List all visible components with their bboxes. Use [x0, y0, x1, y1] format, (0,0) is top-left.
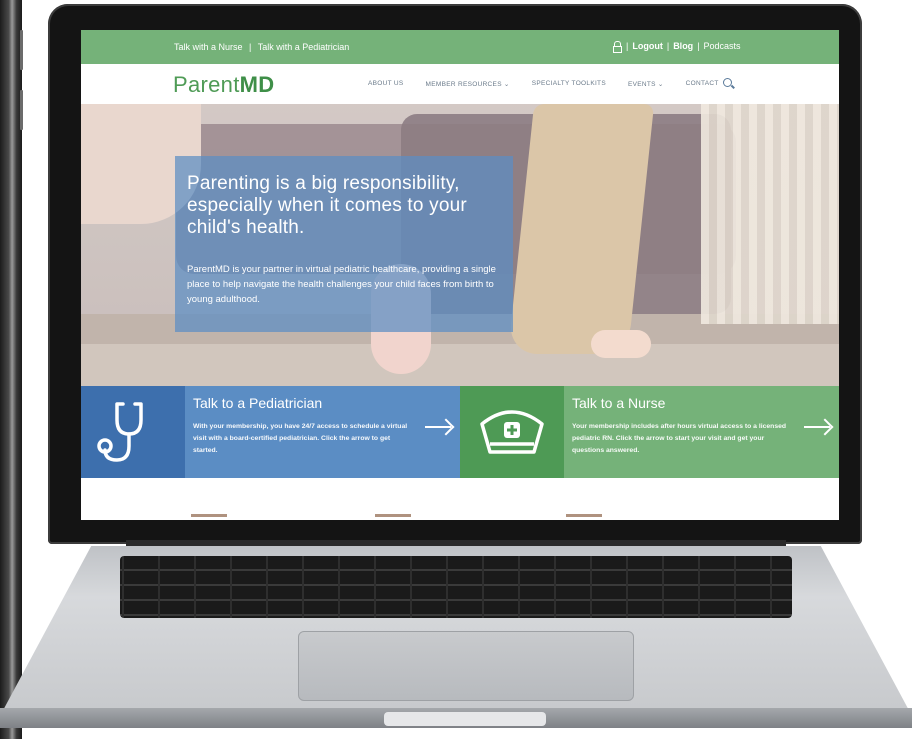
- nurse-cap-icon: [480, 410, 544, 454]
- nav-item-events[interactable]: EVENTS ⌄: [628, 80, 664, 88]
- hero-title: Parenting is a big responsibility, espec…: [187, 173, 467, 238]
- card-text: With your membership, you have 24/7 acce…: [193, 423, 408, 454]
- service-cards: Talk to a Pediatrician With your members…: [81, 386, 839, 478]
- hero-section: Parenting is a big responsibility, espec…: [81, 104, 839, 386]
- main-nav: ParentMD ABOUT US MEMBER RESOURCES ⌄ SPE…: [81, 64, 839, 104]
- logo-parent: Parent: [173, 72, 240, 97]
- phone-button: [20, 90, 23, 130]
- search-icon[interactable]: [723, 78, 732, 87]
- card-title: Talk to a Nurse: [572, 395, 666, 411]
- top-links: Talk with a Nurse | Talk with a Pediatri…: [174, 42, 353, 52]
- phone-edge: [0, 0, 22, 739]
- hero-text-box: Parenting is a big responsibility, espec…: [175, 156, 513, 332]
- nav-item-specialty-toolkits[interactable]: SPECIALTY TOOLKITS: [532, 80, 606, 88]
- nurse-icon-panel: [460, 386, 564, 478]
- phone-button: [20, 30, 23, 70]
- account-links: | Logout | Blog | Podcasts: [613, 41, 741, 53]
- logo-md: MD: [239, 72, 275, 97]
- section-marker: [191, 514, 227, 517]
- hero-description: ParentMD is your partner in virtual pedi…: [187, 264, 496, 305]
- arrow-right-icon[interactable]: [804, 426, 830, 428]
- card-text: Your membership includes after hours vir…: [572, 423, 787, 454]
- laptop-screen: Talk with a Nurse | Talk with a Pediatri…: [81, 30, 839, 520]
- laptop-notch: [384, 712, 546, 726]
- parentmd-logo[interactable]: ParentMD: [173, 72, 274, 98]
- separator: |: [666, 41, 670, 51]
- lock-icon: [613, 41, 622, 53]
- nav-item-member-resources[interactable]: MEMBER RESOURCES ⌄: [426, 80, 510, 88]
- arrow-right-icon[interactable]: [425, 426, 451, 428]
- nav-item-about-us[interactable]: ABOUT US: [368, 80, 404, 88]
- talk-to-nurse-card[interactable]: Talk to a Nurse Your membership includes…: [564, 386, 839, 478]
- separator: |: [697, 41, 700, 51]
- talk-with-pediatrician-link[interactable]: Talk with a Pediatrician: [258, 42, 350, 52]
- nav-item-contact[interactable]: CONTACT: [686, 80, 719, 88]
- logout-link[interactable]: Logout: [632, 41, 663, 51]
- blog-link[interactable]: Blog: [673, 41, 693, 51]
- talk-with-nurse-link[interactable]: Talk with a Nurse: [174, 42, 243, 52]
- section-marker: [566, 514, 602, 517]
- stethoscope-icon: [97, 402, 143, 462]
- talk-to-pediatrician-card[interactable]: Talk to a Pediatrician With your members…: [185, 386, 460, 478]
- separator: |: [626, 41, 629, 51]
- top-bar: Talk with a Nurse | Talk with a Pediatri…: [81, 30, 839, 64]
- laptop-keyboard: [120, 556, 792, 618]
- card-title: Talk to a Pediatrician: [193, 395, 323, 411]
- pediatrician-icon-panel: [81, 386, 185, 478]
- nav-items: ABOUT US MEMBER RESOURCES ⌄ SPECIALTY TO…: [368, 80, 741, 88]
- section-marker: [375, 514, 411, 517]
- podcasts-link[interactable]: Podcasts: [704, 41, 741, 51]
- laptop-trackpad: [298, 631, 634, 701]
- page-continuation: [81, 478, 839, 520]
- separator: |: [249, 42, 252, 52]
